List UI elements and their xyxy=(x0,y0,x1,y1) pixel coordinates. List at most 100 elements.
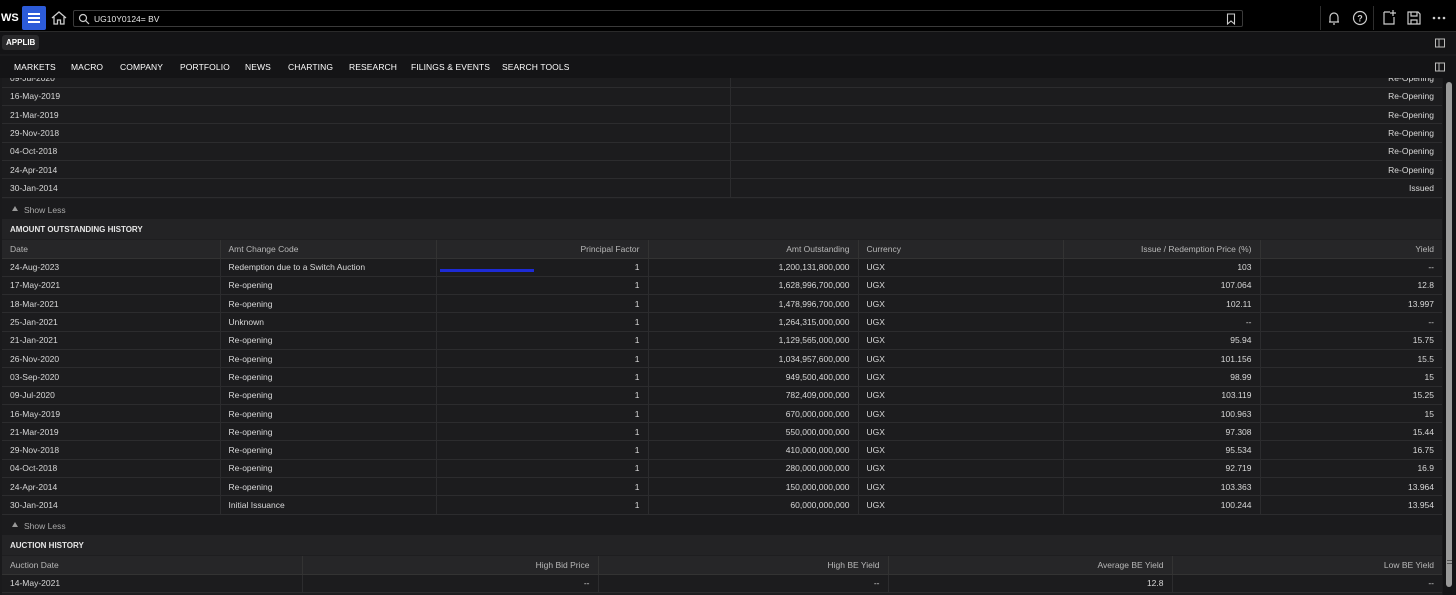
principal-factor-cell: 1 xyxy=(436,258,649,277)
table-row[interactable]: 16-May-2019 Re-opening 1 670,000,000,000 UGX… xyxy=(2,404,1442,424)
date-cell: 18-Mar-2021 xyxy=(2,294,221,314)
currency-cell: UGX xyxy=(858,477,1064,497)
principal-factor-cell: 1 xyxy=(436,349,649,369)
col-principal-factor[interactable]: Principal Factor xyxy=(436,240,649,259)
search-icon xyxy=(78,13,90,25)
issue-redemption-price-cell: 100.244 xyxy=(1063,495,1261,515)
auction-history-table: Auction Date High Bid Price High BE Yiel… xyxy=(2,556,1442,593)
table-row[interactable]: 24-Aug-2023 Redemption due to a Switch Au… xyxy=(2,258,1442,277)
issue-redemption-price-cell: 107.064 xyxy=(1063,276,1261,296)
issue-date: 16-May-2019 xyxy=(2,87,731,107)
issue-redemption-price-cell: 98.99 xyxy=(1063,367,1261,387)
table-row[interactable]: 30-Jan-2014 Issued xyxy=(2,178,1442,198)
issue-type: Re-Opening xyxy=(730,87,1442,107)
sidebar-toggle-icon[interactable] xyxy=(1435,38,1445,48)
table-row[interactable]: 29-Nov-2018 Re-Opening xyxy=(2,123,1442,143)
nav-company[interactable]: COMPANY xyxy=(120,62,163,72)
issue-date: 24-Apr-2014 xyxy=(2,160,731,180)
amt-change-code-cell: Re-opening xyxy=(220,276,437,296)
table-row[interactable]: 09-Jul-2020 Re-Opening xyxy=(2,78,1442,88)
nav-filings-events[interactable]: FILINGS & EVENTS xyxy=(411,62,490,72)
issue-type: Issued xyxy=(730,178,1442,198)
menu-icon-line xyxy=(28,17,40,19)
table-row[interactable]: 29-Nov-2018 Re-opening 1 410,000,000,000 UGX… xyxy=(2,440,1442,460)
applib-tab[interactable]: APPLIB xyxy=(2,35,40,50)
table-row[interactable]: 26-Nov-2020 Re-opening 1 1,034,957,600,000 U… xyxy=(2,349,1442,369)
selection-indicator xyxy=(440,269,534,272)
col-issue-redemption-price[interactable]: Issue / Redemption Price (%) xyxy=(1063,240,1261,259)
col-high-bid-price[interactable]: High Bid Price xyxy=(302,556,599,575)
home-button[interactable] xyxy=(49,8,69,28)
menu-button[interactable] xyxy=(22,6,46,30)
table-row[interactable]: 04-Oct-2018 Re-Opening xyxy=(2,142,1442,161)
yield-cell: 15 xyxy=(1260,404,1442,424)
principal-factor-cell: 1 xyxy=(436,312,649,332)
yield-cell: 15.75 xyxy=(1260,331,1442,350)
table-row[interactable]: 17-May-2021 Re-opening 1 1,628,996,700,000 U… xyxy=(2,276,1442,296)
yield-cell: 15 xyxy=(1260,367,1442,387)
search-bar[interactable]: UG10Y0124= BV xyxy=(73,10,1243,27)
table-row[interactable]: 21-Jan-2021 Re-opening 1 1,129,565,000,000 U… xyxy=(2,331,1442,350)
principal-factor-cell: 1 xyxy=(436,404,649,424)
principal-factor-cell: 1 xyxy=(436,422,649,442)
col-auction-date[interactable]: Auction Date xyxy=(2,556,303,575)
bookmark-icon[interactable] xyxy=(1226,13,1236,25)
nav-macro[interactable]: MACRO xyxy=(71,62,103,72)
issue-date: 04-Oct-2018 xyxy=(2,142,731,161)
auction-date-cell: 14-May-2021 xyxy=(2,574,303,593)
table-row[interactable]: 25-Jan-2021 Unknown 1 1,264,315,000,000 UGX -… xyxy=(2,312,1442,332)
table-row[interactable]: 04-Oct-2018 Re-opening 1 280,000,000,000 UGX… xyxy=(2,459,1442,479)
currency-cell: UGX xyxy=(858,422,1064,442)
amt-outstanding-cell: 150,000,000,000 xyxy=(648,477,859,497)
col-currency[interactable]: Currency xyxy=(858,240,1064,259)
top-bar: WS UG10Y0124= BV ? xyxy=(0,0,1456,32)
amt-change-code-cell: Re-opening xyxy=(220,331,437,350)
nav-news[interactable]: NEWS xyxy=(245,62,271,72)
sidebar-toggle-icon[interactable] xyxy=(1435,62,1445,72)
show-less-toggle[interactable]: Show Less xyxy=(2,515,1442,535)
table-row[interactable]: 03-Sep-2020 Re-opening 1 949,500,400,000 UGX… xyxy=(2,367,1442,387)
table-row[interactable]: 18-Mar-2021 Re-opening 1 1,478,996,700,000 U… xyxy=(2,294,1442,314)
issue-type: Re-Opening xyxy=(730,105,1442,125)
col-date[interactable]: Date xyxy=(2,240,221,259)
issue-redemption-price-cell: 103 xyxy=(1063,258,1261,277)
table-row[interactable]: 21-Mar-2019 Re-opening 1 550,000,000,000 UGX… xyxy=(2,422,1442,442)
yield-cell: 13.997 xyxy=(1260,294,1442,314)
table-row[interactable]: 16-May-2019 Re-Opening xyxy=(2,87,1442,107)
more-icon[interactable] xyxy=(1429,8,1449,28)
amt-outstanding-cell: 1,478,996,700,000 xyxy=(648,294,859,314)
table-row[interactable]: 14-May-2021 -- -- 12.8 -- xyxy=(2,574,1442,593)
table-row[interactable]: 21-Mar-2019 Re-Opening xyxy=(2,105,1442,125)
table-row[interactable]: 24-Apr-2014 Re-Opening xyxy=(2,160,1442,180)
col-low-be-yield[interactable]: Low BE Yield xyxy=(1172,556,1442,575)
save-icon[interactable] xyxy=(1404,8,1424,28)
nav-markets[interactable]: MARKETS xyxy=(14,62,56,72)
nav-charting[interactable]: CHARTING xyxy=(288,62,333,72)
col-high-be-yield[interactable]: High BE Yield xyxy=(598,556,889,575)
table-row[interactable]: 09-Jul-2020 Re-opening 1 782,409,000,000 UGX… xyxy=(2,386,1442,405)
show-less-label: Show Less xyxy=(24,205,66,215)
yield-cell: 16.75 xyxy=(1260,440,1442,460)
amt-change-code-cell: Re-opening xyxy=(220,367,437,387)
amt-change-code-cell: Re-opening xyxy=(220,477,437,497)
principal-factor-cell: 1 xyxy=(436,386,649,405)
show-less-toggle[interactable]: Show Less xyxy=(2,199,1442,219)
nav-search-tools[interactable]: SEARCH TOOLS xyxy=(502,62,570,72)
new-window-icon[interactable] xyxy=(1379,8,1399,28)
bell-icon[interactable] xyxy=(1324,8,1344,28)
nav-research[interactable]: RESEARCH xyxy=(349,62,397,72)
nav-portfolio[interactable]: PORTFOLIO xyxy=(180,62,230,72)
table-row[interactable]: 24-Apr-2014 Re-opening 1 150,000,000,000 UGX… xyxy=(2,477,1442,497)
date-cell: 29-Nov-2018 xyxy=(2,440,221,460)
search-input[interactable]: UG10Y0124= BV xyxy=(94,14,159,24)
table-row[interactable]: 30-Jan-2014 Initial Issuance 1 60,000,000,0… xyxy=(2,495,1442,515)
col-amt-outstanding[interactable]: Amt Outstanding xyxy=(648,240,859,259)
scrollbar-thumb[interactable] xyxy=(1446,82,1452,587)
col-yield[interactable]: Yield xyxy=(1260,240,1442,259)
help-icon[interactable]: ? xyxy=(1350,8,1370,28)
high-bid-price-cell: -- xyxy=(302,574,599,593)
issue-date: 09-Jul-2020 xyxy=(2,78,731,88)
issue-redemption-price-cell: 102.11 xyxy=(1063,294,1261,314)
col-amt-change-code[interactable]: Amt Change Code xyxy=(220,240,437,259)
col-average-be-yield[interactable]: Average BE Yield xyxy=(888,556,1173,575)
